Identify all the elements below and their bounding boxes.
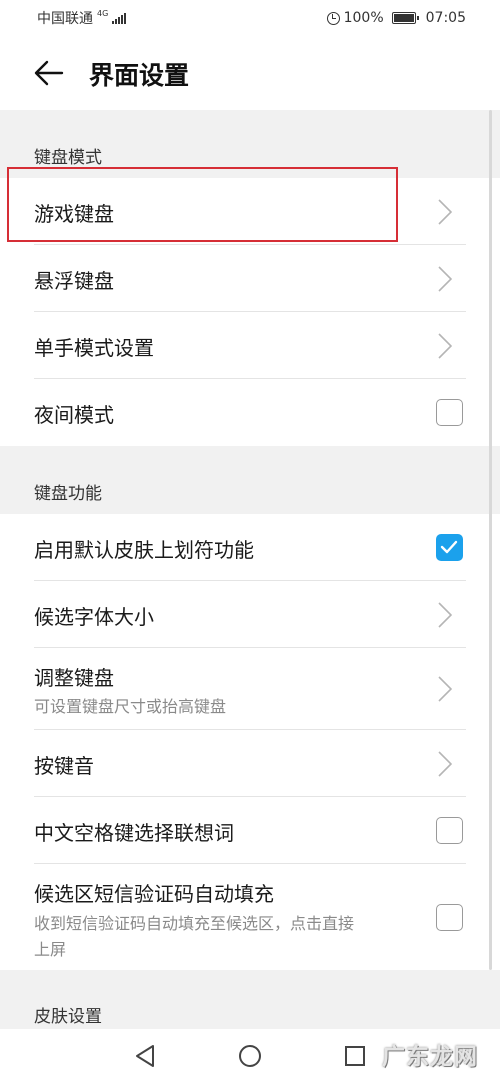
status-left: 中国联通 4G xyxy=(37,8,127,28)
row-label: 中文空格键选择联想词 xyxy=(34,821,234,845)
row-label: 游戏键盘 xyxy=(34,202,114,226)
scrollbar[interactable] xyxy=(489,110,492,970)
back-arrow-icon[interactable] xyxy=(34,60,64,86)
checkmark-icon xyxy=(440,540,458,554)
signal-icon xyxy=(112,12,127,24)
chevron-right-icon xyxy=(438,266,452,292)
battery-icon xyxy=(391,12,419,24)
app-bar: 界面设置 xyxy=(0,36,500,110)
row-one-hand-mode[interactable]: 单手模式设置 xyxy=(0,312,500,379)
status-right: 100% 07:05 xyxy=(326,10,466,26)
battery-percent: 100% xyxy=(343,10,384,26)
row-floating-keyboard[interactable]: 悬浮键盘 xyxy=(0,245,500,312)
row-label: 单手模式设置 xyxy=(34,336,154,360)
row-label: 启用默认皮肤上划符功能 xyxy=(34,538,254,562)
carrier-name: 中国联通 xyxy=(37,11,93,27)
chevron-right-icon xyxy=(438,676,452,702)
row-space-select-association[interactable]: 中文空格键选择联想词 xyxy=(0,797,500,864)
chevron-right-icon xyxy=(438,333,452,359)
clock: 07:05 xyxy=(425,10,466,26)
section-header-keyboard-function: 键盘功能 xyxy=(0,446,500,514)
nav-recent-apps-icon[interactable] xyxy=(345,1046,365,1066)
chevron-right-icon xyxy=(438,199,452,225)
row-sublabel: 收到短信验证码自动填充至候选区，点击直接 xyxy=(34,914,355,933)
nav-home-icon[interactable] xyxy=(238,1044,262,1068)
row-label: 调整键盘 xyxy=(34,666,114,690)
row-label: 悬浮键盘 xyxy=(34,269,114,293)
row-label: 夜间模式 xyxy=(34,403,114,427)
default-skin-swipe-checkbox[interactable] xyxy=(436,534,463,561)
chevron-right-icon xyxy=(438,602,452,628)
row-adjust-keyboard[interactable]: 调整键盘 可设置键盘尺寸或抬高键盘 xyxy=(0,648,500,730)
row-game-keyboard[interactable]: 游戏键盘 xyxy=(0,178,500,245)
keyboard-function-card: 启用默认皮肤上划符功能 候选字体大小 调整键盘 可设置键盘尺寸或抬高键盘 按键音… xyxy=(0,514,500,970)
row-key-sound[interactable]: 按键音 xyxy=(0,730,500,797)
alarm-icon xyxy=(326,11,340,25)
section-header-skin-settings: 皮肤设置 xyxy=(0,970,500,1029)
row-label: 候选区短信验证码自动填充 xyxy=(34,882,274,906)
chevron-right-icon xyxy=(438,751,452,777)
keyboard-mode-card: 游戏键盘 悬浮键盘 单手模式设置 夜间模式 xyxy=(0,178,500,446)
row-label: 按键音 xyxy=(34,754,94,778)
page-title: 界面设置 xyxy=(89,61,190,90)
space-select-association-checkbox[interactable] xyxy=(436,817,463,844)
sms-code-autofill-checkbox[interactable] xyxy=(436,904,463,931)
row-sublabel-line2: 上屏 xyxy=(34,940,67,959)
nav-back-icon[interactable] xyxy=(134,1044,156,1068)
row-sms-code-autofill[interactable]: 候选区短信验证码自动填充 收到短信验证码自动填充至候选区，点击直接 上屏 xyxy=(0,864,500,970)
row-night-mode[interactable]: 夜间模式 xyxy=(0,379,500,446)
watermark: 广东龙网 xyxy=(382,1044,478,1070)
night-mode-checkbox[interactable] xyxy=(436,399,463,426)
row-default-skin-swipe[interactable]: 启用默认皮肤上划符功能 xyxy=(0,514,500,581)
row-candidate-font-size[interactable]: 候选字体大小 xyxy=(0,581,500,648)
status-bar: 中国联通 4G 100% 07:05 xyxy=(0,0,500,36)
network-type: 4G xyxy=(97,8,109,18)
section-header-keyboard-mode: 键盘模式 xyxy=(0,110,500,178)
row-label: 候选字体大小 xyxy=(34,605,154,629)
row-sublabel: 可设置键盘尺寸或抬高键盘 xyxy=(34,697,227,716)
